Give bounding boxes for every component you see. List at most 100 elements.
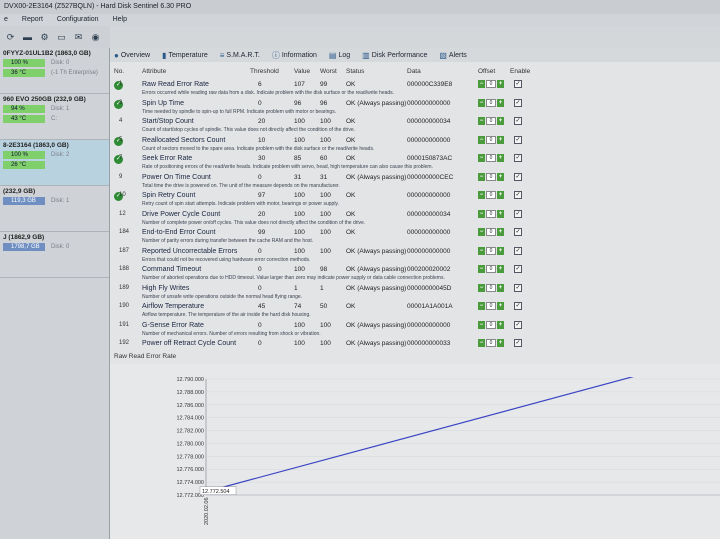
enable-checkbox[interactable]: ✓	[514, 265, 522, 273]
column-header-threshold[interactable]: Threshold	[250, 68, 279, 75]
table-row[interactable]: 189 High Fly Writes Number of unsafe write…	[110, 283, 720, 303]
table-row[interactable]: 9 Power On Time Count Total time the drive…	[110, 172, 720, 192]
offset-value[interactable]: 0	[486, 209, 496, 218]
enable-checkbox[interactable]: ✓	[514, 154, 522, 162]
offset-value[interactable]: 0	[486, 265, 496, 273]
offset-control[interactable]: −0 +	[478, 265, 504, 273]
tab-log[interactable]: ▤ Log	[329, 51, 350, 60]
offset-minus-button[interactable]: −	[478, 320, 485, 329]
offset-value[interactable]: 0	[486, 339, 496, 347]
disk-item[interactable]: 0FYYZ-01UL1B2 (1863,0 GB) 100 % Disk: 0 3…	[0, 48, 109, 94]
enable-checkbox[interactable]: ✓	[514, 339, 522, 347]
table-row[interactable]: 184 End-to-End Error Count Number of parit…	[110, 228, 720, 247]
offset-control[interactable]: −0 +	[478, 154, 504, 162]
offset-minus-button[interactable]: −	[478, 246, 485, 255]
offset-plus-button[interactable]: +	[497, 283, 504, 292]
table-row[interactable]: ✓ 5 Reallocated Sectors Count Count of sect…	[110, 135, 720, 155]
offset-control[interactable]: −0 +	[478, 283, 504, 292]
offset-minus-button[interactable]: −	[478, 302, 485, 310]
offset-minus-button[interactable]: −	[478, 265, 485, 273]
enable-checkbox[interactable]: ✓	[514, 80, 522, 88]
offset-minus-button[interactable]: −	[478, 339, 485, 347]
disk-settings-icon[interactable]: ⚙	[38, 31, 51, 44]
refresh-icon[interactable]: ⟳	[4, 31, 17, 44]
table-row[interactable]: ✓ 10 Spin Retry Count Retry count of spin s…	[110, 191, 720, 210]
offset-plus-button[interactable]: +	[497, 117, 504, 125]
column-header-worst[interactable]: Worst	[320, 68, 337, 75]
disk-item-selected[interactable]: 8-2E3164 (1863,0 GB) 100 % Disk: 2 26 °C	[0, 140, 109, 186]
offset-value[interactable]: 0	[486, 117, 496, 125]
offset-minus-button[interactable]: −	[478, 98, 485, 107]
column-header-data[interactable]: Data	[407, 68, 421, 75]
disk-info-icon[interactable]: ▭	[55, 31, 68, 44]
menu-item-report[interactable]: Report	[22, 16, 43, 24]
offset-control[interactable]: −0 +	[478, 98, 504, 107]
offset-minus-button[interactable]: −	[478, 283, 485, 292]
tab-alerts[interactable]: ▧ Alerts	[439, 51, 466, 60]
enable-checkbox[interactable]: ✓	[514, 135, 522, 144]
tab-temperature[interactable]: ▮ Temperature	[162, 51, 208, 60]
offset-plus-button[interactable]: +	[497, 246, 504, 255]
table-row[interactable]: 187 Reported Uncorrectable Errors Errors t…	[110, 246, 720, 266]
volume-item[interactable]: (232,9 GB) 119,3 GB Disk: 1	[0, 186, 109, 232]
offset-minus-button[interactable]: −	[478, 172, 485, 181]
offset-control[interactable]: −0 +	[478, 339, 504, 347]
tab-information[interactable]: ⓘ Information	[272, 50, 317, 61]
volume-item[interactable]: J (1862,9 GB) 1798,7 GB Disk: 0	[0, 232, 109, 278]
offset-minus-button[interactable]: −	[478, 80, 485, 88]
offset-control[interactable]: −0 +	[478, 228, 504, 236]
offset-value[interactable]: 0	[486, 283, 496, 292]
tab-disk-performance[interactable]: ▥ Disk Performance	[362, 51, 427, 60]
table-row[interactable]: 188 Command Timeout Number of aborted oper…	[110, 265, 720, 284]
offset-plus-button[interactable]: +	[497, 172, 504, 181]
offset-control[interactable]: −0 +	[478, 80, 504, 88]
camera-icon[interactable]: ◉	[89, 31, 102, 44]
offset-plus-button[interactable]: +	[497, 320, 504, 329]
disk-icon[interactable]: ▬	[21, 31, 34, 44]
column-header-no[interactable]: No.	[114, 68, 124, 75]
table-row[interactable]: 190 Airflow Temperature Airflow temperatur…	[110, 302, 720, 321]
table-row[interactable]: 191 G-Sense Error Rate Number of mechanica…	[110, 320, 720, 340]
table-row[interactable]: 192 Power off Retract Cycle Count 0 100 100 O…	[110, 339, 720, 358]
offset-control[interactable]: −0 +	[478, 191, 504, 199]
column-header-value[interactable]: Value	[294, 68, 310, 75]
offset-control[interactable]: −0 +	[478, 320, 504, 329]
offset-minus-button[interactable]: −	[478, 117, 485, 125]
enable-checkbox[interactable]: ✓	[514, 191, 522, 199]
offset-plus-button[interactable]: +	[497, 265, 504, 273]
offset-control[interactable]: −0 +	[478, 302, 504, 310]
enable-checkbox[interactable]: ✓	[514, 228, 522, 236]
enable-checkbox[interactable]: ✓	[514, 209, 522, 218]
offset-plus-button[interactable]: +	[497, 339, 504, 347]
table-row[interactable]: ✓ 7 Seek Error Rate Rate of positioning err…	[110, 154, 720, 173]
offset-minus-button[interactable]: −	[478, 228, 485, 236]
offset-value[interactable]: 0	[486, 154, 496, 162]
offset-plus-button[interactable]: +	[497, 209, 504, 218]
disk-item[interactable]: 960 EVO 250GB (232,9 GB) 94 % Disk: 1 43 …	[0, 94, 109, 140]
column-header-attribute[interactable]: Attribute	[142, 68, 166, 75]
offset-value[interactable]: 0	[486, 191, 496, 199]
enable-checkbox[interactable]: ✓	[514, 172, 522, 181]
tab-overview[interactable]: ● Overview	[114, 51, 150, 60]
offset-control[interactable]: −0 +	[478, 117, 504, 125]
offset-control[interactable]: −0 +	[478, 209, 504, 218]
column-header-enable[interactable]: Enable	[510, 68, 530, 75]
offset-plus-button[interactable]: +	[497, 135, 504, 144]
enable-checkbox[interactable]: ✓	[514, 98, 522, 107]
offset-minus-button[interactable]: −	[478, 154, 485, 162]
enable-checkbox[interactable]: ✓	[514, 246, 522, 255]
enable-checkbox[interactable]: ✓	[514, 320, 522, 329]
offset-value[interactable]: 0	[486, 228, 496, 236]
offset-value[interactable]: 0	[486, 172, 496, 181]
menu-item-configuration[interactable]: Configuration	[57, 16, 99, 24]
offset-value[interactable]: 0	[486, 98, 496, 107]
offset-value[interactable]: 0	[486, 135, 496, 144]
enable-checkbox[interactable]: ✓	[514, 302, 522, 310]
offset-minus-button[interactable]: −	[478, 191, 485, 199]
offset-plus-button[interactable]: +	[497, 191, 504, 199]
offset-plus-button[interactable]: +	[497, 98, 504, 107]
email-icon[interactable]: ✉	[72, 31, 85, 44]
offset-plus-button[interactable]: +	[497, 154, 504, 162]
offset-control[interactable]: −0 +	[478, 172, 504, 181]
offset-value[interactable]: 0	[486, 302, 496, 310]
